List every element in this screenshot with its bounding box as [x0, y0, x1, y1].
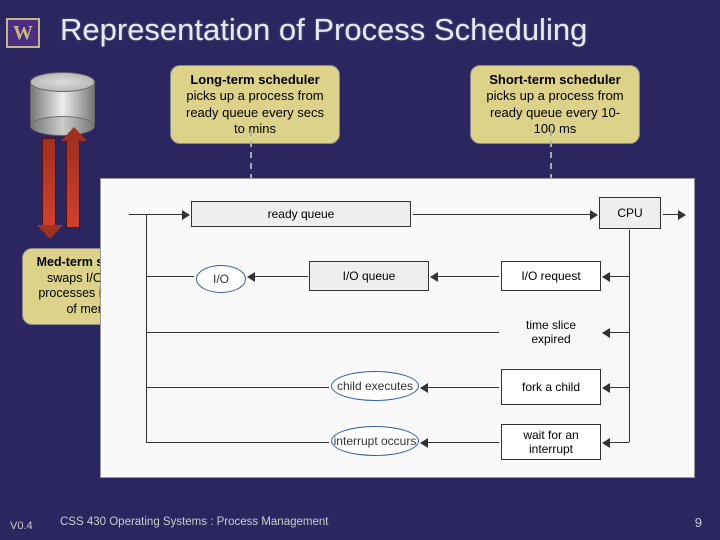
- disk-icon: [30, 72, 95, 132]
- arrow: [248, 276, 308, 277]
- callout-short-term: Short-term scheduler picks up a process …: [470, 65, 640, 144]
- time-slice-label: time slice expired: [501, 314, 601, 350]
- connector: [146, 214, 147, 443]
- cpu-box: CPU: [599, 197, 661, 229]
- callout-title: Long-term scheduler: [181, 72, 329, 88]
- interrupt-occurs-oval: interrupt occurs: [331, 426, 419, 456]
- callout-title: Short-term scheduler: [481, 72, 629, 88]
- arrow: [603, 276, 629, 277]
- footer-text: CSS 430 Operating Systems : Process Mana…: [60, 516, 328, 528]
- logo-letter: W: [13, 22, 33, 45]
- callout-body: picks up a process from ready queue ever…: [481, 88, 629, 137]
- arrow: [603, 387, 629, 388]
- connector-dash: [250, 130, 252, 180]
- arrow: [603, 442, 629, 443]
- fork-box: fork a child: [501, 369, 601, 405]
- connector: [146, 442, 329, 443]
- io-queue-box: I/O queue: [309, 261, 429, 291]
- arrow: [663, 214, 685, 215]
- callout-body: picks up a process from ready queue ever…: [181, 88, 329, 137]
- connector: [629, 230, 630, 442]
- io-oval: I/O: [196, 265, 246, 293]
- arrow: [603, 332, 629, 333]
- arrow: [129, 214, 189, 215]
- arrow: [421, 387, 499, 388]
- arrow: [421, 442, 499, 443]
- scheduling-diagram: ready queue CPU I/O I/O queue I/O reques…: [100, 178, 695, 478]
- version-label: V0.4: [10, 520, 33, 532]
- arrow: [431, 276, 499, 277]
- ready-queue-box: ready queue: [191, 201, 411, 227]
- slide-title: Representation of Process Scheduling: [60, 12, 710, 48]
- wait-interrupt-box: wait for an interrupt: [501, 424, 601, 460]
- connector: [146, 276, 194, 277]
- swap-arrows-icon: [38, 138, 88, 246]
- uw-logo: W: [6, 18, 40, 48]
- connector: [146, 332, 499, 333]
- page-number: 9: [695, 515, 702, 530]
- io-request-box: I/O request: [501, 261, 601, 291]
- child-exec-oval: child executes: [331, 371, 419, 401]
- arrow: [413, 214, 597, 215]
- connector-dash: [550, 130, 552, 180]
- connector: [146, 387, 329, 388]
- callout-long-term: Long-term scheduler picks up a process f…: [170, 65, 340, 144]
